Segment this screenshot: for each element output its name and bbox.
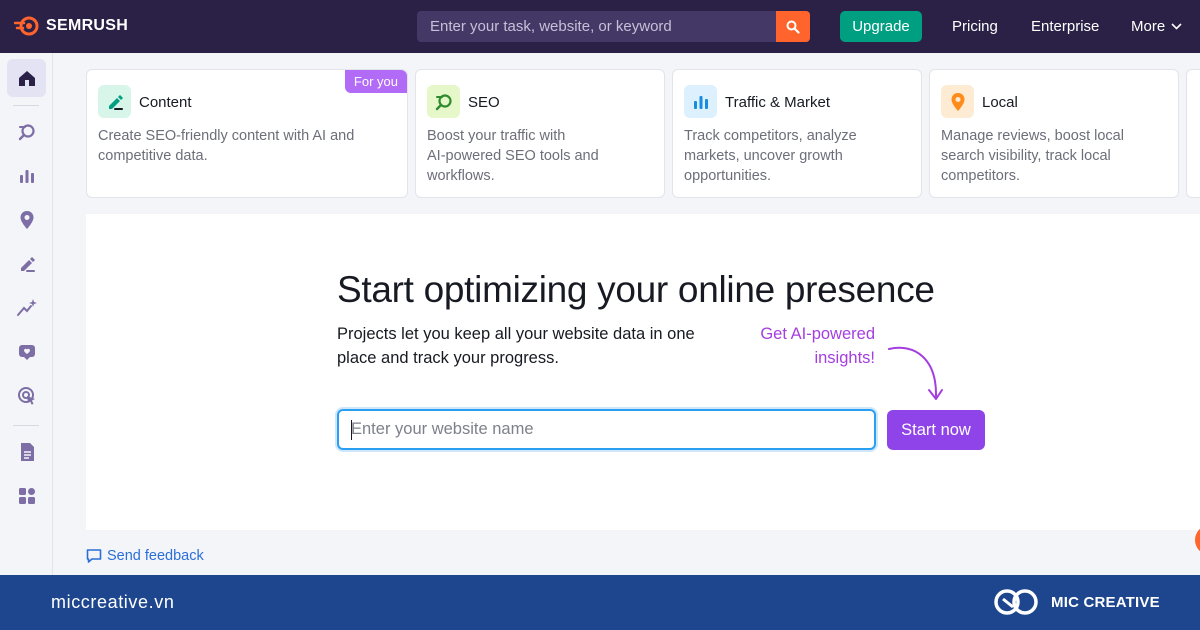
promo-line: insights! — [814, 349, 875, 367]
card-desc-line: markets, uncover growth — [684, 148, 843, 164]
reports-icon — [20, 443, 34, 461]
website-name-input[interactable] — [339, 411, 869, 448]
nav-pricing[interactable]: Pricing — [952, 18, 998, 35]
send-feedback-link[interactable]: Send feedback — [86, 548, 204, 564]
card-description: Create SEO-friendly content with AI and … — [98, 126, 354, 166]
top-bar: SEMRUSH Upgrade Pricing Enterprise More — [0, 0, 1200, 53]
card-traffic-icon-box — [684, 85, 717, 118]
traffic-chart-icon — [693, 95, 708, 109]
ai-promo-text: Get AI-powered insights! — [740, 322, 875, 370]
sidebar-divider — [13, 425, 39, 426]
card-description: Boost your traffic with AI-powered SEO t… — [427, 126, 599, 186]
send-feedback-label: Send feedback — [107, 548, 204, 564]
sidebar-item-local[interactable] — [7, 201, 46, 239]
card-content[interactable]: Content For you Create SEO-friendly cont… — [86, 69, 408, 198]
seo-icon — [435, 93, 452, 110]
sidebar-item-seo[interactable] — [7, 113, 46, 151]
feedback-chat-icon — [86, 549, 102, 563]
nav-more-label: More — [1131, 18, 1166, 35]
card-desc-line: Boost your traffic with — [427, 128, 566, 144]
nav-enterprise[interactable]: Enterprise — [1031, 18, 1099, 35]
sidebar-item-ai[interactable] — [7, 289, 46, 327]
semrush-logo-icon — [14, 16, 39, 36]
card-title: Local — [982, 94, 1018, 111]
sidebar-divider — [13, 105, 39, 106]
nav-more[interactable]: More — [1131, 18, 1182, 35]
curved-arrow-icon — [888, 346, 943, 400]
card-desc-line: Manage reviews, boost local — [941, 128, 1124, 144]
seo-icon — [18, 124, 35, 141]
card-title: Traffic & Market — [725, 94, 831, 111]
location-pin-icon — [951, 92, 964, 111]
ai-sparkle-icon — [16, 299, 37, 316]
sidebar-item-ads[interactable] — [7, 377, 46, 415]
card-desc-line: Track competitors, analyze — [684, 128, 857, 144]
card-desc-line: competitive data. — [98, 148, 208, 164]
semrush-logo[interactable]: SEMRUSH — [14, 16, 128, 36]
sidebar-item-content[interactable] — [7, 245, 46, 283]
ads-target-icon — [17, 387, 35, 405]
card-local[interactable]: Local Manage reviews, boost local search… — [929, 69, 1179, 198]
location-pin-icon — [20, 211, 33, 229]
card-seo-icon-box — [427, 85, 460, 118]
card-desc-line: Create SEO-friendly content with AI and — [98, 128, 355, 144]
social-heart-icon — [18, 345, 35, 360]
sidebar — [0, 53, 53, 575]
card-desc-line: competitors. — [941, 168, 1020, 184]
project-panel — [86, 214, 1200, 530]
page-subtitle: Projects let you keep all your website d… — [337, 325, 695, 367]
sidebar-item-apps[interactable] — [7, 477, 46, 515]
content-pen-icon — [20, 257, 35, 272]
card-desc-line: search visibility, track local — [941, 148, 1111, 164]
search-input[interactable] — [417, 11, 775, 42]
sidebar-item-home[interactable] — [7, 59, 46, 97]
for-you-badge: For you — [344, 70, 407, 93]
page-headline: Start optimizing your online presence — [337, 269, 935, 310]
upgrade-button[interactable]: Upgrade — [840, 11, 922, 42]
card-description: Manage reviews, boost local search visib… — [941, 126, 1124, 186]
card-description: Track competitors, analyze markets, unco… — [684, 126, 857, 186]
card-local-icon-box — [941, 85, 974, 118]
content-pen-icon — [108, 94, 123, 110]
footer-brand-name: MIC CREATIVE — [1051, 593, 1160, 611]
sidebar-item-reports[interactable] — [7, 433, 46, 471]
sidebar-item-social[interactable] — [7, 333, 46, 371]
search-icon — [786, 20, 800, 34]
footer-banner: miccreative.vn MIC CREATIVE — [0, 575, 1200, 630]
card-desc-line: opportunities. — [684, 168, 772, 184]
promo-line: Get AI-powered — [760, 325, 875, 343]
mic-creative-logo-icon — [994, 589, 1038, 615]
footer-website: miccreative.vn — [51, 592, 175, 612]
apps-grid-icon — [18, 488, 35, 504]
search-button[interactable] — [776, 11, 810, 42]
chevron-down-icon — [1171, 23, 1182, 30]
card-next-partial[interactable] — [1186, 69, 1200, 198]
card-seo[interactable]: SEO Boost your traffic with AI-powered S… — [415, 69, 665, 198]
card-title: SEO — [468, 94, 500, 111]
sidebar-item-traffic[interactable] — [7, 157, 46, 195]
card-content-icon-box — [98, 85, 131, 118]
card-title: Content — [139, 94, 192, 111]
card-desc-line: workflows. — [427, 168, 495, 184]
text-caret — [351, 420, 352, 440]
mic-creative-logo: MIC CREATIVE — [993, 587, 1160, 617]
start-now-button[interactable]: Start now — [887, 410, 985, 450]
traffic-chart-icon — [19, 170, 34, 183]
brand-name: SEMRUSH — [46, 17, 129, 34]
global-search — [417, 11, 810, 42]
card-traffic-market[interactable]: Traffic & Market Track competitors, anal… — [672, 69, 922, 198]
home-icon — [18, 71, 35, 86]
card-desc-line: AI-powered SEO tools and — [427, 148, 599, 164]
website-input-field[interactable] — [337, 409, 876, 450]
